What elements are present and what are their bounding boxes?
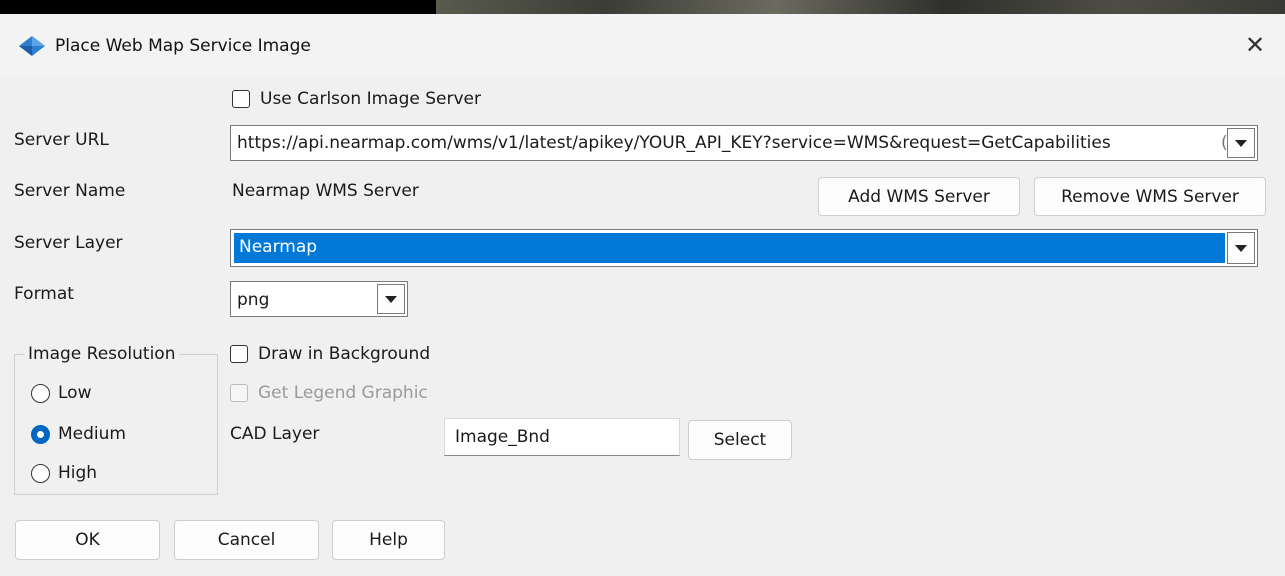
resolution-high-radio[interactable] — [31, 464, 50, 483]
server-layer-value: Nearmap — [239, 237, 318, 257]
cad-layer-value: Image_Bnd — [455, 427, 550, 447]
cad-layer-label: CAD Layer — [230, 424, 320, 444]
server-url-value: https://api.nearmap.com/wms/v1/latest/ap… — [237, 133, 1111, 153]
server-name-label: Server Name — [14, 181, 126, 201]
server-layer-dropdown-button[interactable] — [1227, 232, 1255, 264]
format-value: png — [237, 290, 270, 310]
legend-graphic-label: Get Legend Graphic — [258, 383, 428, 403]
close-icon[interactable]: ✕ — [1240, 30, 1270, 60]
server-name-value: Nearmap WMS Server — [232, 181, 419, 201]
draw-background-checkbox[interactable] — [230, 345, 248, 363]
chevron-down-icon — [385, 295, 397, 303]
server-layer-label: Server Layer — [14, 233, 123, 253]
remove-wms-server-button[interactable]: Remove WMS Server — [1034, 177, 1266, 216]
image-resolution-title: Image Resolution — [24, 344, 180, 364]
format-dropdown-button[interactable] — [377, 284, 405, 314]
server-url-dropdown-button[interactable] — [1227, 128, 1255, 158]
cad-layer-input[interactable]: Image_Bnd — [444, 418, 680, 456]
format-label: Format — [14, 284, 74, 304]
chevron-down-icon — [1235, 139, 1247, 147]
use-carlson-checkbox[interactable] — [232, 90, 250, 108]
select-button[interactable]: Select — [688, 420, 792, 460]
cancel-button[interactable]: Cancel — [174, 520, 319, 560]
chevron-down-icon — [1235, 244, 1247, 252]
add-wms-server-button[interactable]: Add WMS Server — [818, 177, 1020, 216]
resolution-medium-label: Medium — [58, 424, 126, 444]
use-carlson-label: Use Carlson Image Server — [260, 89, 481, 109]
resolution-high-label: High — [58, 463, 98, 483]
help-button[interactable]: Help — [332, 520, 445, 560]
carlson-diamond-icon — [19, 36, 45, 56]
server-layer-combo[interactable]: Nearmap — [230, 229, 1258, 267]
format-combo[interactable]: png — [230, 281, 408, 317]
server-url-combo[interactable]: https://api.nearmap.com/wms/v1/latest/ap… — [230, 125, 1258, 161]
server-url-label: Server URL — [14, 130, 109, 150]
background-map-strip — [0, 0, 1285, 14]
legend-graphic-checkbox — [230, 384, 248, 402]
window-title: Place Web Map Service Image — [55, 36, 311, 56]
background-map-image — [436, 0, 1285, 14]
resolution-low-radio[interactable] — [31, 384, 50, 403]
ok-button[interactable]: OK — [15, 520, 160, 560]
draw-background-label: Draw in Background — [258, 344, 431, 364]
server-layer-selection — [234, 233, 1225, 263]
resolution-medium-radio[interactable] — [31, 425, 50, 444]
resolution-low-label: Low — [58, 383, 92, 403]
